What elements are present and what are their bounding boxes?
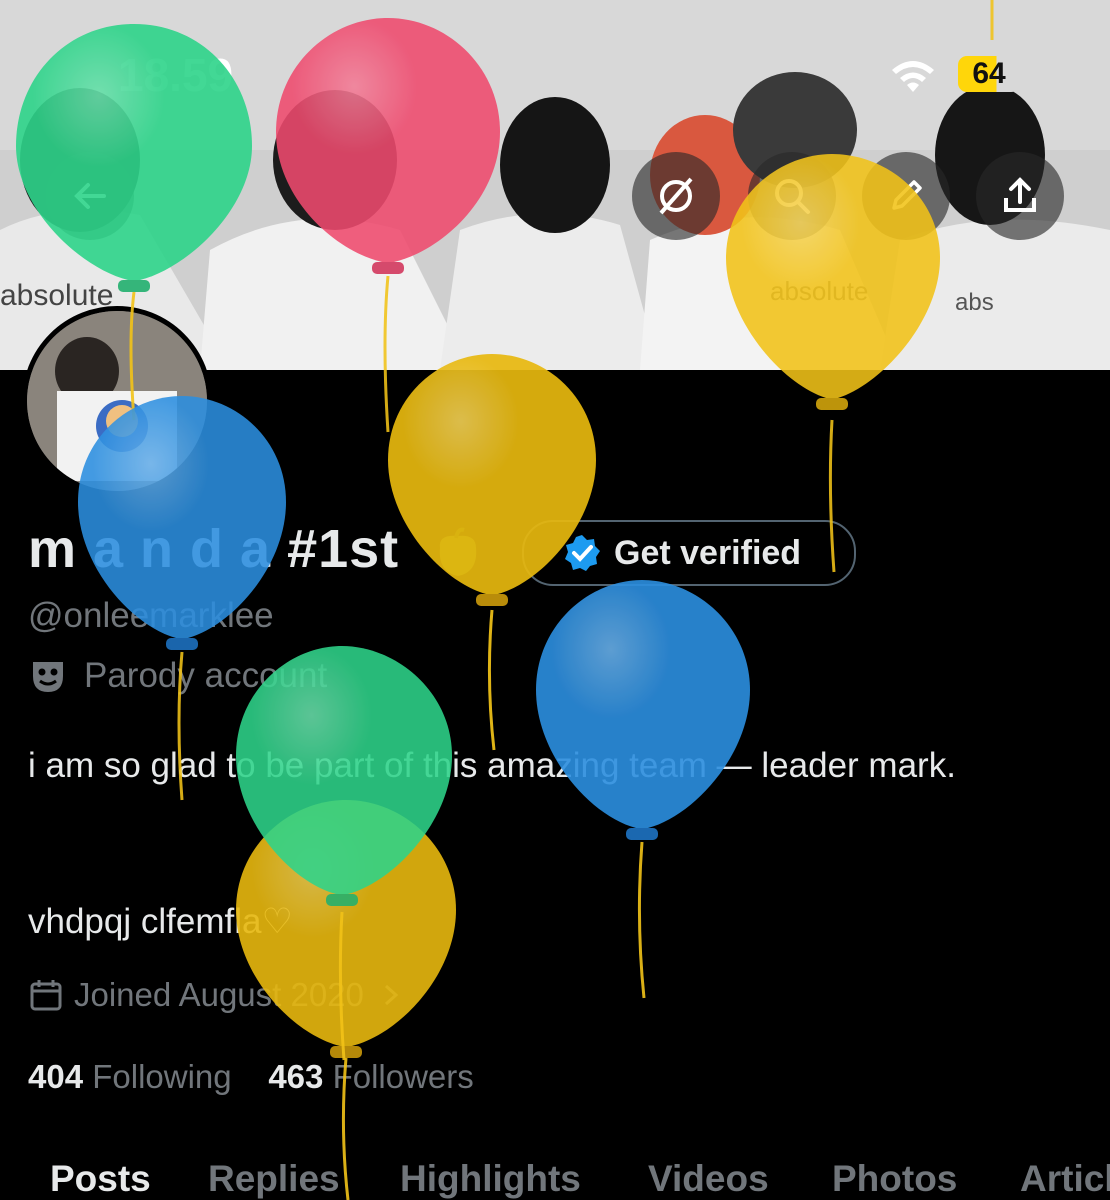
back-button[interactable] <box>46 152 134 240</box>
slash-circle-icon <box>659 177 693 215</box>
following-link[interactable]: 404 Following <box>28 1058 232 1095</box>
get-verified-label: Get verified <box>614 533 802 572</box>
tab-posts[interactable]: Posts <box>50 1158 151 1200</box>
share-icon <box>1004 177 1036 212</box>
share-button[interactable] <box>976 152 1064 240</box>
pepper-emoji <box>430 526 486 585</box>
username-handle: @onleemarklee <box>28 596 274 635</box>
display-name: m a n d a #1st <box>28 519 400 579</box>
parody-label-row: Parody account <box>28 656 327 696</box>
search-icon <box>775 179 810 214</box>
parody-label: Parody account <box>84 656 328 695</box>
tab-replies[interactable]: Replies <box>208 1158 340 1200</box>
bio-text: i am so glad to be part of this amazing … <box>28 746 956 785</box>
bio-text-second: vhdpqj clfemfla♡ <box>28 902 293 941</box>
tab-highlights[interactable]: Highlights <box>400 1158 581 1200</box>
edit-button[interactable] <box>862 152 950 240</box>
pencil-icon <box>892 180 922 210</box>
following-count: 404 <box>28 1058 84 1095</box>
following-label: Following <box>92 1058 232 1095</box>
joined-row: Joined August 2020 <box>28 976 404 1014</box>
wifi-icon <box>892 61 934 92</box>
tab-photos[interactable]: Photos <box>832 1158 957 1200</box>
follow-stats: 404 Following 463 Followers <box>28 1058 474 1096</box>
grok-button[interactable] <box>632 152 720 240</box>
status-bar: 18.59 64 <box>0 0 1110 130</box>
avatar-photo <box>27 311 207 491</box>
get-verified-button[interactable]: Get verified <box>522 520 856 586</box>
tab-videos[interactable]: Videos <box>648 1158 769 1200</box>
avatar[interactable] <box>22 306 212 496</box>
svg-text:absolute: absolute <box>770 276 868 306</box>
calendar-icon <box>30 980 62 1011</box>
verified-badge-icon <box>565 535 600 571</box>
joined-date: Joined August 2020 <box>74 976 364 1013</box>
battery-indicator: 64 <box>958 56 1020 92</box>
profile-tabs: Posts Replies Highlights Videos Photos A… <box>0 1150 1110 1200</box>
tab-articles[interactable]: Articles <box>1020 1158 1110 1200</box>
chevron-right-icon[interactable] <box>378 980 404 1010</box>
arrow-left-icon <box>74 183 106 209</box>
followers-link[interactable]: 463 Followers <box>268 1058 473 1095</box>
battery-tip <box>1024 66 1029 82</box>
search-button[interactable] <box>748 152 836 240</box>
svg-text:abs: abs <box>955 289 994 316</box>
status-time: 18.59 <box>118 49 234 101</box>
mask-icon <box>33 662 63 692</box>
followers-count: 463 <box>268 1058 324 1095</box>
followers-label: Followers <box>332 1058 474 1095</box>
